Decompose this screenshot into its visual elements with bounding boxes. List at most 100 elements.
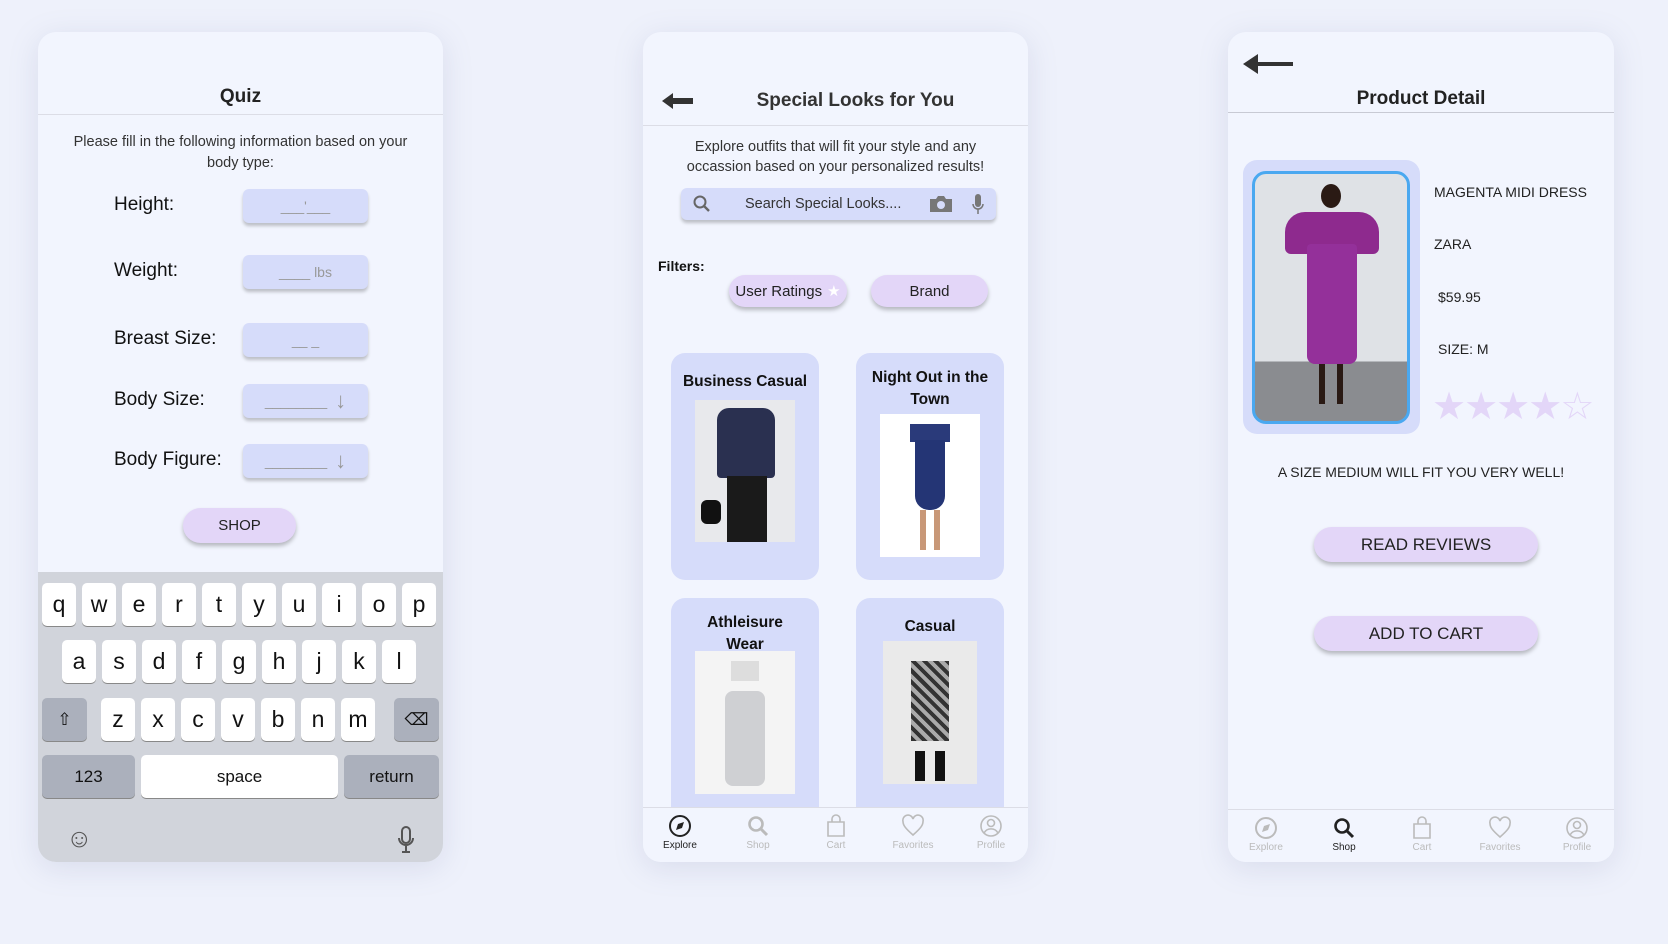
card-title: Casual bbox=[904, 618, 956, 635]
key-b[interactable]: b bbox=[261, 698, 295, 741]
shift-key[interactable]: ⇧ bbox=[42, 698, 87, 741]
nav-label: Profile bbox=[976, 840, 1006, 851]
field-placeholder: __ _ bbox=[291, 332, 320, 348]
return-key[interactable]: return bbox=[344, 755, 439, 798]
star-filled-icon[interactable]: ★ bbox=[1432, 386, 1466, 428]
key-q[interactable]: q bbox=[42, 583, 76, 626]
quiz-screen: Quiz Please fill in the following inform… bbox=[38, 32, 443, 862]
look-card-athleisure[interactable]: Athleisure Wear bbox=[671, 598, 819, 828]
nav-label: Cart bbox=[1412, 842, 1432, 853]
star-filled-icon[interactable]: ★ bbox=[1496, 386, 1530, 428]
filter-brand[interactable]: Brand bbox=[871, 275, 988, 307]
key-v[interactable]: v bbox=[221, 698, 255, 741]
nav-cart[interactable]: Cart bbox=[1392, 816, 1452, 853]
key-f[interactable]: f bbox=[182, 640, 216, 683]
key-t[interactable]: t bbox=[202, 583, 236, 626]
emoji-icon[interactable]: ☺ bbox=[66, 823, 93, 854]
bag-icon bbox=[1413, 816, 1431, 839]
shop-button[interactable]: SHOP bbox=[183, 508, 296, 543]
page-title: Special Looks for You bbox=[756, 90, 955, 111]
profile-icon bbox=[1566, 817, 1588, 839]
key-m[interactable]: m bbox=[341, 698, 375, 741]
bag-icon bbox=[827, 814, 845, 837]
key-p[interactable]: p bbox=[402, 583, 436, 626]
key-r[interactable]: r bbox=[162, 583, 196, 626]
product-price: $59.95 bbox=[1438, 289, 1481, 305]
divider bbox=[643, 125, 1028, 126]
breast-size-label: Breast Size: bbox=[114, 328, 217, 349]
star-empty-icon[interactable]: ☆ bbox=[1560, 386, 1594, 428]
key-w[interactable]: w bbox=[82, 583, 116, 626]
key-c[interactable]: c bbox=[181, 698, 215, 741]
search-input[interactable]: Search Special Looks.... bbox=[681, 188, 996, 220]
look-card-casual[interactable]: Casual bbox=[856, 598, 1004, 828]
product-image[interactable] bbox=[1252, 171, 1410, 424]
key-j[interactable]: j bbox=[302, 640, 336, 683]
body-figure-dropdown[interactable]: ________ ↓ bbox=[243, 444, 368, 478]
keyboard: ☺ q w e r t y u i o p a s d f g h j k l z x c v b n m ⇧ ⌫ 123 space re… bbox=[38, 572, 443, 862]
filter-label: User Ratings bbox=[735, 282, 823, 300]
star-filled-icon[interactable]: ★ bbox=[1464, 386, 1498, 428]
numbers-key[interactable]: 123 bbox=[42, 755, 135, 798]
add-to-cart-button[interactable]: ADD TO CART bbox=[1314, 616, 1538, 651]
height-input[interactable]: ___'___ bbox=[243, 189, 368, 223]
card-title: Night Out in the Town bbox=[871, 369, 989, 408]
key-x[interactable]: x bbox=[141, 698, 175, 741]
key-u[interactable]: u bbox=[282, 583, 316, 626]
page-title: Quiz bbox=[219, 86, 262, 107]
profile-icon bbox=[980, 815, 1002, 837]
nav-profile[interactable]: Profile bbox=[961, 814, 1021, 851]
camera-icon[interactable] bbox=[928, 195, 954, 213]
key-i[interactable]: i bbox=[322, 583, 356, 626]
filter-user-ratings[interactable]: User Ratings ★ bbox=[729, 275, 847, 307]
nav-label: Shop bbox=[1332, 842, 1356, 853]
backspace-key[interactable]: ⌫ bbox=[394, 698, 439, 741]
microphone-icon[interactable] bbox=[972, 194, 984, 214]
look-card-business-casual[interactable]: Business Casual bbox=[671, 353, 819, 580]
star-filled-icon[interactable]: ★ bbox=[1528, 386, 1562, 428]
key-z[interactable]: z bbox=[101, 698, 135, 741]
star-rating[interactable]: ★★★★☆ bbox=[1432, 384, 1594, 429]
nav-shop[interactable]: Shop bbox=[1314, 816, 1374, 853]
nav-favorites[interactable]: Favorites bbox=[883, 814, 943, 851]
key-s[interactable]: s bbox=[102, 640, 136, 683]
key-h[interactable]: h bbox=[262, 640, 296, 683]
key-k[interactable]: k bbox=[342, 640, 376, 683]
nav-label: Profile bbox=[1562, 842, 1592, 853]
back-arrow-icon[interactable] bbox=[1243, 52, 1293, 76]
back-arrow-icon[interactable] bbox=[662, 92, 693, 110]
height-label: Height: bbox=[114, 194, 175, 215]
key-o[interactable]: o bbox=[362, 583, 396, 626]
key-a[interactable]: a bbox=[62, 640, 96, 683]
weight-input[interactable]: ____ lbs bbox=[243, 255, 368, 289]
fit-message: A SIZE MEDIUM WILL FIT YOU VERY WELL! bbox=[1277, 464, 1565, 480]
arrow-down-icon: ↓ bbox=[335, 448, 347, 473]
space-key[interactable]: space bbox=[141, 755, 338, 798]
nav-explore[interactable]: Explore bbox=[650, 814, 710, 851]
field-placeholder: ________ bbox=[264, 453, 328, 469]
nav-cart[interactable]: Cart bbox=[806, 814, 866, 851]
outfit-image bbox=[880, 414, 980, 557]
microphone-icon[interactable] bbox=[397, 826, 415, 854]
key-n[interactable]: n bbox=[301, 698, 335, 741]
read-reviews-button[interactable]: READ REVIEWS bbox=[1314, 527, 1538, 562]
key-l[interactable]: l bbox=[382, 640, 416, 683]
quiz-description: Please fill in the following information… bbox=[73, 134, 408, 171]
key-d[interactable]: d bbox=[142, 640, 176, 683]
body-size-label: Body Size: bbox=[114, 389, 205, 410]
nav-profile[interactable]: Profile bbox=[1547, 816, 1607, 853]
divider bbox=[1228, 112, 1614, 113]
search-icon bbox=[693, 195, 710, 212]
look-card-night-out[interactable]: Night Out in the Town bbox=[856, 353, 1004, 580]
heart-icon bbox=[1489, 816, 1511, 839]
nav-favorites[interactable]: Favorites bbox=[1470, 816, 1530, 853]
nav-explore[interactable]: Explore bbox=[1236, 816, 1296, 853]
breast-size-input[interactable]: __ _ bbox=[243, 323, 368, 357]
nav-shop[interactable]: Shop bbox=[728, 814, 788, 851]
key-y[interactable]: y bbox=[242, 583, 276, 626]
body-size-dropdown[interactable]: ________ ↓ bbox=[243, 384, 368, 418]
compass-icon bbox=[669, 815, 691, 837]
key-g[interactable]: g bbox=[222, 640, 256, 683]
product-size: SIZE: M bbox=[1438, 341, 1489, 357]
key-e[interactable]: e bbox=[122, 583, 156, 626]
